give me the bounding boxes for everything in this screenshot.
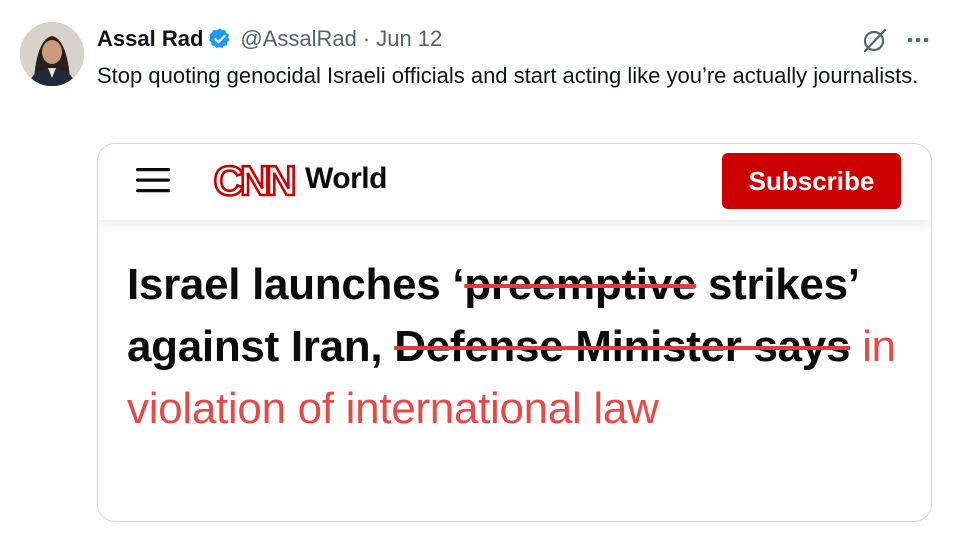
- tweet-text: Stop quoting genocidal Israeli officials…: [97, 63, 919, 88]
- more-options-icon[interactable]: [904, 26, 932, 54]
- tweet-date[interactable]: Jun 12: [376, 26, 442, 52]
- cnn-logo-text: CNN: [214, 158, 295, 204]
- avatar[interactable]: [20, 22, 84, 86]
- hamburger-menu-icon[interactable]: [136, 165, 170, 195]
- section-label: World: [305, 162, 387, 195]
- media-card[interactable]: CNN World Subscribe Israel launches ‘pre…: [97, 143, 932, 522]
- author-handle[interactable]: @AssalRad: [240, 26, 357, 52]
- struck-word-preemptive: preemptive: [464, 260, 697, 309]
- headline: Israel launches ‘preemptive strikes’ aga…: [127, 254, 917, 440]
- author-name[interactable]: Assal Rad: [97, 26, 203, 52]
- struck-attribution: Defense Minister says: [394, 322, 851, 371]
- verified-badge-icon: [209, 28, 230, 49]
- subscribe-button[interactable]: Subscribe: [722, 153, 901, 209]
- cnn-logo[interactable]: CNN: [206, 158, 300, 204]
- separator-dot: ·: [362, 26, 371, 51]
- cnn-header-bar: CNN World Subscribe: [98, 144, 931, 220]
- headline-part-1: Israel launches ‘: [127, 260, 465, 309]
- profile-photo: [20, 22, 84, 86]
- grok-icon[interactable]: [858, 24, 890, 56]
- tweet-header: Assal Rad @AssalRad · Jun 12: [97, 24, 442, 54]
